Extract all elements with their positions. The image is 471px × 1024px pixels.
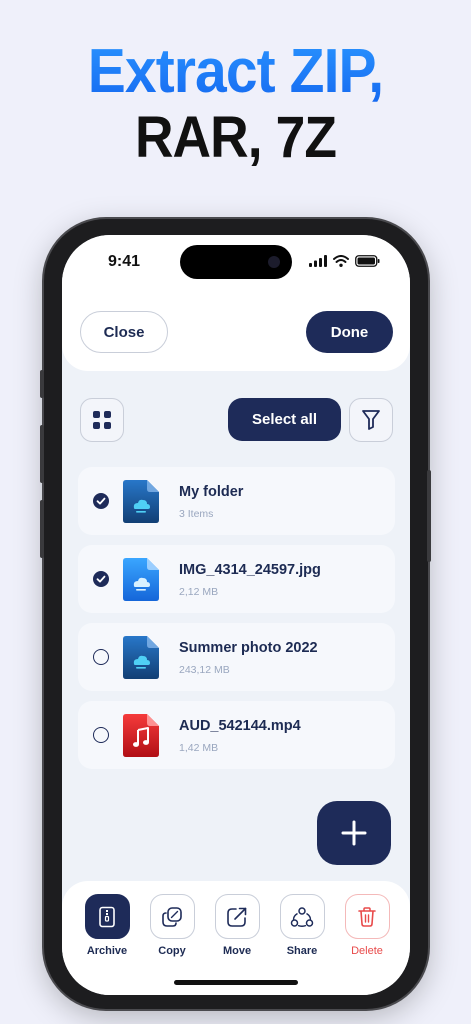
share-button-box[interactable] — [279, 894, 325, 939]
filter-button[interactable] — [349, 398, 393, 442]
file-meta: 1,42 MB — [179, 742, 219, 754]
grid-icon — [93, 411, 111, 429]
archive-label: Archive — [86, 945, 128, 957]
move-button[interactable]: Move — [207, 894, 267, 957]
archive-button[interactable]: Archive — [77, 894, 137, 957]
status-icons — [309, 255, 380, 267]
file-meta: 2,12 MB — [179, 586, 219, 598]
select-all-button[interactable]: Select all — [228, 398, 341, 441]
phone-power-button — [427, 470, 431, 562]
home-indicator — [174, 980, 298, 985]
phone-volume-down — [40, 500, 44, 558]
move-button-box[interactable] — [214, 894, 260, 939]
checkbox-unchecked[interactable] — [93, 649, 109, 665]
move-label: Move — [222, 945, 252, 957]
copy-label: Copy — [158, 945, 186, 957]
file-row[interactable]: Summer photo 2022 243,12 MB — [78, 623, 395, 691]
move-icon — [227, 907, 247, 927]
bottom-action-bar: Archive Copy Move Share Delete — [62, 881, 410, 995]
image-file-icon — [123, 558, 159, 601]
phone-mute-switch — [40, 370, 44, 398]
checkmark-icon — [96, 575, 106, 583]
file-meta: 3 Items — [179, 508, 214, 520]
copy-icon — [162, 906, 182, 927]
headline-title: Extract ZIP, — [19, 36, 452, 107]
filter-icon — [362, 410, 380, 430]
app-screen: 9:41 Close Done Select all My folder 3 I… — [62, 235, 410, 995]
delete-button[interactable]: Delete — [337, 894, 397, 957]
grid-view-button[interactable] — [80, 398, 124, 442]
file-name: AUD_542144.mp4 — [179, 718, 301, 734]
phone-volume-up — [40, 425, 44, 483]
archive-button-box[interactable] — [84, 894, 130, 939]
battery-icon — [355, 255, 380, 267]
share-icon — [290, 906, 314, 927]
wifi-icon — [333, 255, 349, 267]
checkbox-checked[interactable] — [93, 571, 109, 587]
folder-cloud-icon — [123, 480, 159, 523]
plus-icon — [341, 820, 367, 846]
copy-button-box[interactable] — [149, 894, 195, 939]
close-button[interactable]: Close — [80, 311, 168, 353]
signal-icon — [309, 255, 327, 267]
copy-button[interactable]: Copy — [142, 894, 202, 957]
add-button[interactable] — [317, 801, 391, 865]
file-name: My folder — [179, 484, 244, 500]
audio-file-icon — [123, 714, 159, 757]
checkbox-checked[interactable] — [93, 493, 109, 509]
share-button[interactable]: Share — [272, 894, 332, 957]
folder-cloud-icon — [123, 636, 159, 679]
file-name: Summer photo 2022 — [179, 640, 318, 656]
delete-button-box[interactable] — [344, 894, 390, 939]
trash-icon — [358, 906, 376, 927]
checkbox-unchecked[interactable] — [93, 727, 109, 743]
delete-label: Delete — [351, 945, 383, 957]
checkmark-icon — [96, 497, 106, 505]
status-time: 9:41 — [108, 253, 141, 270]
done-button[interactable]: Done — [306, 311, 393, 353]
headline-subtitle: RAR, 7Z — [134, 105, 337, 170]
dynamic-island — [180, 245, 292, 279]
file-row[interactable]: My folder 3 Items — [78, 467, 395, 535]
file-row[interactable]: IMG_4314_24597.jpg 2,12 MB — [78, 545, 395, 613]
file-name: IMG_4314_24597.jpg — [179, 562, 321, 578]
archive-icon — [99, 906, 115, 927]
file-meta: 243,12 MB — [179, 664, 230, 676]
share-label: Share — [286, 945, 318, 957]
file-row[interactable]: AUD_542144.mp4 1,42 MB — [78, 701, 395, 769]
camera-icon — [268, 256, 280, 268]
